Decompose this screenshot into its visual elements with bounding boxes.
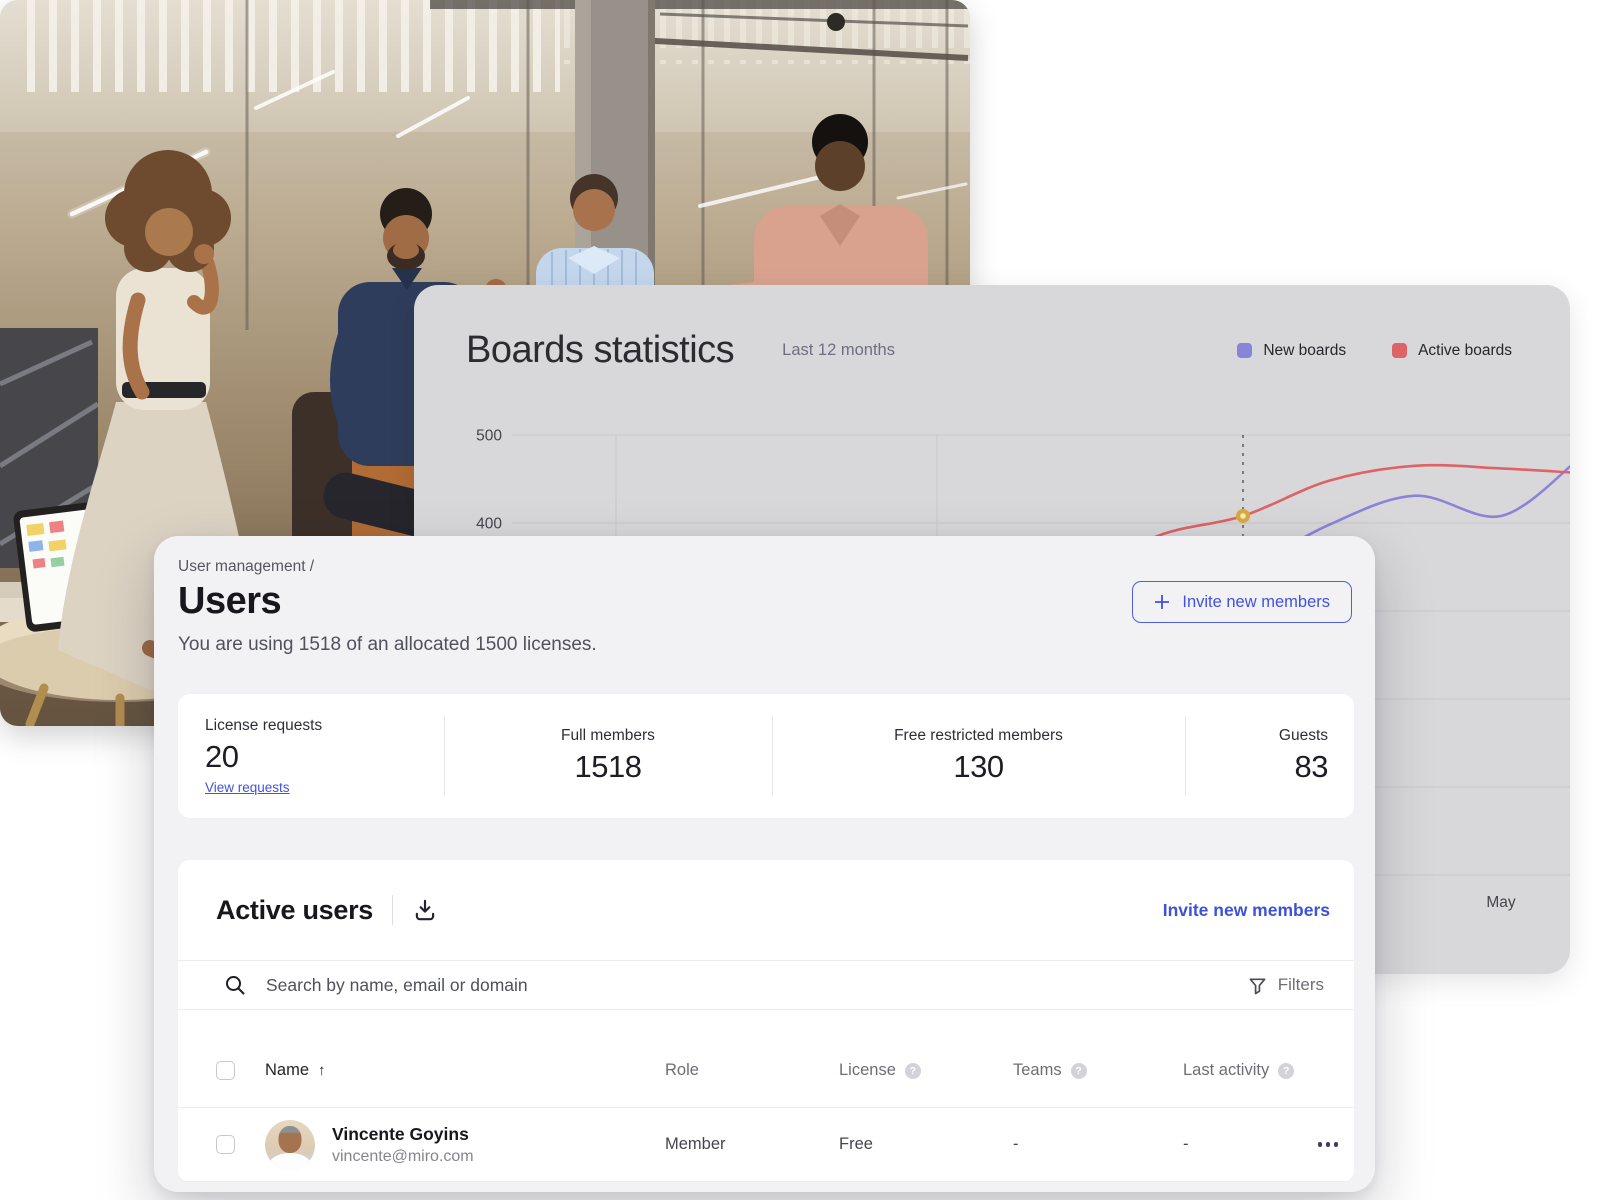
stat-free-restricted-members: Free restricted members 130 bbox=[772, 694, 1185, 818]
active-users-card: Active users Invite new members bbox=[178, 860, 1354, 1182]
user-name-cell: Vincente Goyins vincente@miro.com bbox=[265, 1120, 665, 1170]
stat-value: 1518 bbox=[575, 749, 642, 785]
stat-guests: Guests 83 bbox=[1185, 694, 1354, 818]
legend-item-new-boards: New boards bbox=[1237, 342, 1346, 360]
export-download-button[interactable] bbox=[412, 897, 438, 923]
license-usage-text: You are using 1518 of an allocated 1500 … bbox=[178, 634, 597, 656]
legend-label: Active boards bbox=[1418, 342, 1512, 360]
invite-button-label: Invite new members bbox=[1182, 593, 1330, 612]
search-input[interactable] bbox=[266, 975, 1248, 996]
stat-label: License requests bbox=[205, 717, 322, 735]
last-activity-cell: - bbox=[1183, 1135, 1298, 1154]
teams-cell: - bbox=[1013, 1135, 1183, 1154]
search-icon bbox=[224, 974, 246, 996]
view-requests-link[interactable]: View requests bbox=[205, 780, 290, 795]
stat-label: Full members bbox=[561, 727, 655, 745]
role-cell: Member bbox=[665, 1135, 839, 1154]
user-name: Vincente Goyins bbox=[332, 1124, 474, 1145]
invite-new-members-button[interactable]: Invite new members bbox=[1132, 581, 1352, 623]
stat-value: 83 bbox=[1295, 749, 1328, 785]
invite-new-members-link[interactable]: Invite new members bbox=[1163, 900, 1330, 921]
svg-text:May: May bbox=[1486, 894, 1516, 911]
overflow-menu-icon[interactable] bbox=[1298, 1136, 1338, 1153]
sort-ascending-icon: ↑ bbox=[318, 1062, 326, 1079]
plus-icon bbox=[1154, 594, 1170, 610]
new-boards-swatch-icon bbox=[1237, 343, 1252, 358]
chart-title: Boards statistics bbox=[466, 329, 734, 372]
filters-button[interactable]: Filters bbox=[1248, 975, 1338, 995]
help-icon[interactable]: ? bbox=[1071, 1063, 1087, 1079]
stat-full-members: Full members 1518 bbox=[444, 694, 772, 818]
column-header-teams: Teams ? bbox=[1013, 1061, 1183, 1080]
active-users-title: Active users bbox=[216, 895, 373, 926]
active-boards-swatch-icon bbox=[1392, 343, 1407, 358]
help-icon[interactable]: ? bbox=[1278, 1063, 1294, 1079]
users-panel: User management / Users You are using 15… bbox=[154, 536, 1375, 1192]
active-users-header: Active users Invite new members bbox=[178, 860, 1354, 960]
svg-text:400: 400 bbox=[476, 516, 502, 533]
stat-value: 130 bbox=[953, 749, 1003, 785]
user-email: vincente@miro.com bbox=[332, 1148, 474, 1166]
select-all-checkbox[interactable] bbox=[216, 1061, 235, 1080]
column-header-license: License ? bbox=[839, 1061, 1013, 1080]
divider bbox=[392, 895, 393, 925]
chart-range-label: Last 12 months bbox=[782, 341, 895, 360]
download-icon bbox=[412, 897, 438, 923]
row-checkbox[interactable] bbox=[216, 1135, 235, 1154]
license-cell: Free bbox=[839, 1135, 1013, 1154]
stat-label: Free restricted members bbox=[894, 727, 1063, 745]
svg-text:500: 500 bbox=[476, 428, 502, 445]
table-row[interactable]: Vincente Goyins vincente@miro.com Member… bbox=[178, 1108, 1354, 1182]
stat-label: Guests bbox=[1279, 727, 1328, 745]
avatar bbox=[265, 1120, 315, 1170]
stats-summary-card: License requests 20 View requests Full m… bbox=[178, 694, 1354, 818]
legend-label: New boards bbox=[1263, 342, 1346, 360]
column-header-role: Role bbox=[665, 1061, 839, 1080]
filters-label: Filters bbox=[1278, 975, 1324, 995]
chart-legend: New boards Active boards bbox=[1237, 342, 1512, 360]
chart-header: Boards statistics Last 12 months New boa… bbox=[466, 329, 1512, 372]
page-title: Users bbox=[178, 580, 281, 623]
page: Boards statistics Last 12 months New boa… bbox=[0, 0, 1600, 1200]
search-bar: Filters bbox=[178, 960, 1354, 1010]
filter-funnel-icon bbox=[1248, 976, 1267, 995]
breadcrumb[interactable]: User management / bbox=[178, 558, 314, 576]
stat-license-requests: License requests 20 View requests bbox=[178, 694, 444, 818]
column-header-name[interactable]: Name ↑ bbox=[265, 1061, 665, 1080]
table-header-row: Name ↑ Role License ? Teams ? Last activ… bbox=[178, 1010, 1354, 1108]
column-header-last-activity: Last activity ? bbox=[1183, 1061, 1298, 1080]
stat-value: 20 bbox=[205, 739, 238, 775]
legend-item-active-boards: Active boards bbox=[1392, 342, 1512, 360]
help-icon[interactable]: ? bbox=[905, 1063, 921, 1079]
